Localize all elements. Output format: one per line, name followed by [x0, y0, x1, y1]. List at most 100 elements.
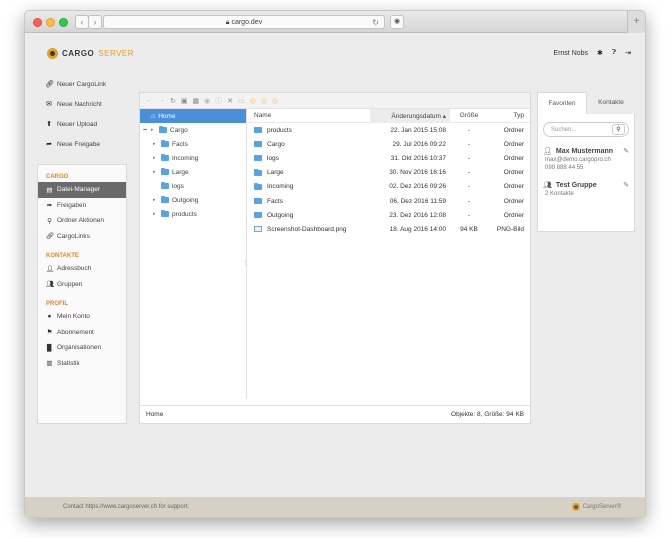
reload-icon[interactable]: ↻ — [170, 97, 176, 105]
table-row[interactable]: products 22. Jan 2015 15:08 - Ordner — [248, 123, 530, 137]
file-list: Name Änderungsdatum ▴ Größe Typ products… — [248, 108, 530, 399]
tree-node-outgoing[interactable]: ▸ Outgoing — [140, 193, 246, 207]
back-icon[interactable]: ← — [146, 97, 153, 104]
table-row[interactable]: Large 30. Nov 2016 16:16 - Ordner — [248, 166, 530, 180]
chevron-right-icon[interactable]: ▸ — [153, 211, 158, 217]
file-size: 94 KB — [460, 225, 478, 233]
info-icon[interactable]: ⓘ — [215, 96, 222, 106]
shield-icon[interactable]: ◉ — [390, 15, 404, 29]
tree-node-cargo[interactable]: ➦ ▸ Cargo — [140, 123, 246, 137]
cargoserver-logo[interactable]: CARGO SERVER — [47, 48, 134, 59]
upload-icon[interactable]: ◎ — [261, 97, 267, 105]
sidebar-item-groups[interactable]: 👥︎ Gruppen — [38, 277, 126, 293]
tree-node-facts[interactable]: ▸ Facts — [140, 137, 246, 151]
file-name: Cargo — [267, 140, 285, 148]
group-card[interactable]: 👥︎ Test Gruppe ✎ 2 Kontakte — [543, 181, 629, 197]
user-name[interactable]: Ernst Nobs — [553, 50, 588, 57]
copy-icon[interactable]: ▭ — [238, 97, 245, 105]
logo-mark-icon — [571, 503, 580, 511]
edit-icon[interactable]: ✎ — [623, 147, 629, 155]
sidebar-item-organisations[interactable]: ▉ Organisationen — [38, 340, 126, 356]
forward-icon[interactable]: › — [88, 15, 102, 29]
column-header-name[interactable]: Name — [248, 112, 370, 119]
table-row[interactable]: logs 31. Okt 2016 10:37 - Ordner — [248, 151, 530, 165]
tree-node-home[interactable]: ▾ ⌂ Home — [140, 109, 246, 123]
file-size: - — [467, 154, 471, 162]
folder-icon — [161, 154, 169, 161]
folder-icon — [161, 140, 169, 147]
contact-email[interactable]: max@demo.cargopro.ch — [543, 157, 629, 163]
minimize-window-button[interactable] — [46, 18, 55, 27]
file-manager: ← → ↻ ▣ ▦ ◉ ⓘ ✕ ▭ ◎ ◎ ◎ ▾ ⌂ Home ➦ ▸ Car… — [139, 92, 531, 424]
table-row[interactable]: Incoming 02. Dez 2016 09:26 - Ordner — [248, 180, 530, 194]
edit-icon[interactable]: ✎ — [623, 181, 629, 189]
forward-icon[interactable]: → — [158, 97, 165, 104]
sidebar-item-addressbook[interactable]: 👤︎ Adressbuch — [38, 261, 126, 277]
logout-icon[interactable]: ⇥ — [625, 49, 631, 57]
column-header-size[interactable]: Größe — [450, 112, 488, 119]
folder-icon — [159, 126, 167, 133]
table-row[interactable]: Screenshot-Dashboard.png 18. Aug 2016 14… — [248, 222, 530, 236]
chevron-right-icon[interactable]: ▸ — [151, 127, 156, 133]
sidebar-item-subscription[interactable]: ⚑ Abonnement — [38, 325, 126, 341]
folder-icon — [161, 210, 169, 217]
column-header-type[interactable]: Typ — [488, 112, 528, 119]
tab-favorites[interactable]: Favoriten — [537, 92, 587, 114]
file-name-cell: Incoming — [248, 183, 370, 190]
column-header-date[interactable]: Änderungsdatum ▴ — [370, 108, 450, 123]
new-cargolink-button[interactable]: 🔗︎ Neuer CargoLink — [35, 74, 131, 94]
tree-node-large[interactable]: ▸ Large — [140, 165, 246, 179]
pin-icon: ⚲ — [47, 217, 52, 225]
download-icon[interactable]: ◎ — [250, 97, 256, 105]
reload-icon[interactable]: ↻ — [372, 16, 379, 29]
current-path: Home — [146, 411, 164, 418]
new-tab-icon[interactable]: + — [627, 11, 645, 33]
maximize-window-button[interactable] — [59, 18, 68, 27]
sidebar-item-shares[interactable]: ➦ Freigaben — [38, 198, 126, 214]
table-row[interactable]: Outgoing 23. Dez 2016 12:08 - Ordner — [248, 208, 530, 222]
search-icon[interactable]: ⚲ — [612, 124, 625, 135]
tree-node-incoming[interactable]: ▸ Incoming — [140, 151, 246, 165]
section-cargo: CARGO — [46, 174, 69, 180]
chart-icon: ▥ — [46, 360, 53, 368]
view-icon[interactable]: ◉ — [204, 97, 210, 105]
file-name: Screenshot-Dashboard.png — [267, 225, 347, 233]
file-size: - — [467, 211, 471, 219]
back-icon[interactable]: ‹ — [75, 15, 89, 29]
share-icon: ➦ — [46, 202, 53, 210]
sidebar-item-cargolinks[interactable]: 🔗︎ CargoLinks — [38, 229, 126, 245]
chevron-right-icon[interactable]: ▸ — [153, 141, 158, 147]
table-row[interactable]: Facts 06. Dez 2016 11:59 - Ordner — [248, 194, 530, 208]
sidebar-item-statistics[interactable]: ▥ Statistik — [38, 356, 126, 372]
new-upload-button[interactable]: ⬆ Neuer Upload — [35, 114, 131, 134]
chevron-right-icon[interactable]: ▸ — [153, 197, 158, 203]
sidebar-item-file-manager[interactable]: ▤ Datei-Manager — [38, 182, 126, 198]
delete-icon[interactable]: ✕ — [227, 97, 233, 105]
gear-icon[interactable]: ✱ — [597, 49, 603, 57]
contact-card[interactable]: 👤︎ Max Mustermann ✎ max@demo.cargopro.ch … — [543, 147, 629, 171]
contact-phone: 099 888 44 55 — [545, 165, 584, 171]
close-window-button[interactable] — [33, 18, 42, 27]
file-type: Ordner — [503, 169, 524, 177]
tree-node-logs[interactable]: logs — [140, 179, 246, 193]
share-icon[interactable]: ◎ — [272, 97, 278, 105]
help-icon[interactable]: ❓︎ — [612, 49, 616, 57]
table-row[interactable]: Cargo 29. Jul 2016 09:22 - Ordner — [248, 137, 530, 151]
share-icon: ➦ — [46, 141, 52, 148]
sidebar-item-folder-actions[interactable]: ⚲ Ordner Aktionen — [38, 213, 126, 229]
tree-node-label: logs — [172, 182, 184, 190]
address-bar[interactable]: 🔒︎ cargo.dev ↻ — [103, 15, 385, 29]
tab-contacts[interactable]: Kontakte — [587, 92, 635, 114]
save-icon[interactable]: ▦ — [193, 97, 200, 105]
tree-node-products[interactable]: ▸ products — [140, 207, 246, 221]
new-message-button[interactable]: ✉ Neue Nachricht — [35, 94, 131, 114]
new-share-button[interactable]: ➦ Neue Freigabe — [35, 134, 131, 154]
file-name: Outgoing — [267, 211, 294, 219]
sidebar-item-my-account[interactable]: ● Mein Konto — [38, 309, 126, 325]
search-input[interactable]: Suchen... — [551, 127, 576, 133]
action-label: Neuer CargoLink — [57, 80, 107, 88]
chevron-right-icon[interactable]: ▸ — [153, 169, 158, 175]
new-folder-icon[interactable]: ▣ — [181, 97, 188, 105]
chevron-right-icon[interactable]: ▸ — [153, 155, 158, 161]
chevron-down-icon[interactable]: ▾ — [143, 113, 148, 119]
